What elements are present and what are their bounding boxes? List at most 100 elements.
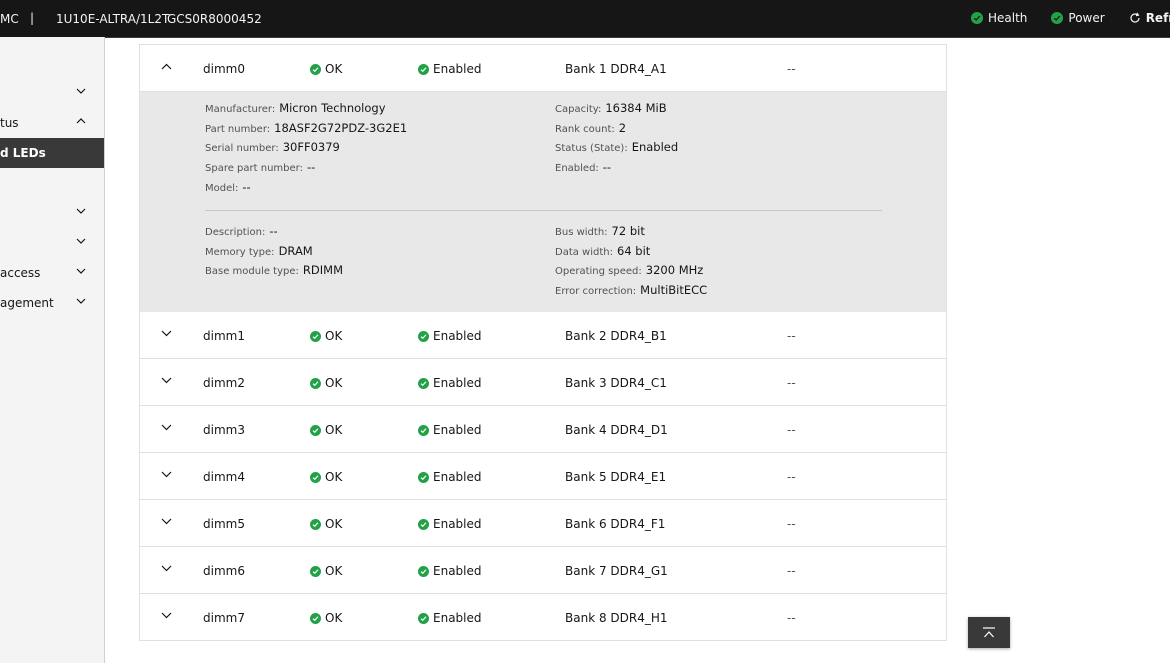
table-row-dimm4: dimm4 OK Enabled Bank 5 DDR4_E1 -- (139, 453, 947, 500)
health-label: Health (988, 11, 1028, 25)
check-circle-icon (310, 565, 321, 577)
location-text: Bank 4 DDR4_D1 (565, 423, 668, 437)
header-separator: | (30, 11, 35, 25)
refresh-label: Refresh (1145, 11, 1170, 25)
extra-text: -- (787, 470, 796, 484)
extra-text: -- (787, 611, 796, 625)
nav-item-label: tus (0, 116, 19, 130)
status-text: OK (325, 376, 343, 390)
check-circle-icon (310, 424, 321, 436)
detail-memory-type: Memory type: DRAM (205, 244, 313, 258)
detail-error-correction: Error correction: MultiBitECC (555, 283, 708, 297)
location-text: Bank 5 DDR4_E1 (565, 470, 667, 484)
detail-model: Model: -- (205, 180, 251, 194)
back-to-top-button[interactable] (968, 617, 1010, 648)
chevron-down-icon[interactable] (161, 377, 172, 384)
nav-item-leds-active[interactable]: d LEDs (0, 138, 104, 168)
chevron-down-icon (76, 268, 86, 274)
check-circle-icon (418, 518, 429, 530)
table-row-dimm7: dimm7 OK Enabled Bank 8 DDR4_H1 -- (139, 594, 947, 641)
dimm-name: dimm1 (203, 329, 245, 343)
check-circle-icon (310, 377, 321, 389)
status-text: OK (325, 611, 343, 625)
extra-text: -- (787, 62, 796, 76)
health-status: OK (310, 62, 342, 76)
status-text: OK (325, 62, 343, 76)
health-status: OK (310, 329, 342, 343)
chevron-down-icon[interactable] (161, 518, 172, 525)
location-text: Bank 3 DDR4_C1 (565, 376, 667, 390)
dimm-name: dimm6 (203, 564, 245, 578)
table-row-dimm1: dimm1 OK Enabled Bank 2 DDR4_B1 -- (139, 312, 947, 359)
refresh-icon (1130, 12, 1140, 23)
detail-base-module: Base module type: RDIMM (205, 263, 343, 277)
state-status: Enabled (418, 62, 482, 76)
side-navigation: tus d LEDs access agement (0, 37, 105, 663)
chevron-down-icon[interactable] (161, 471, 172, 478)
server-serial: GCS0R8000452 (167, 12, 262, 26)
nav-item-5[interactable] (0, 228, 104, 258)
detail-description: Description: -- (205, 224, 278, 238)
status-text: OK (325, 329, 343, 343)
check-circle-icon (310, 63, 321, 75)
check-circle-icon (418, 565, 429, 577)
status-text: OK (325, 564, 343, 578)
health-status: OK (310, 376, 342, 390)
chevron-down-icon[interactable] (161, 612, 172, 619)
chevron-down-icon (76, 238, 86, 244)
detail-spare-part: Spare part number: -- (205, 160, 316, 174)
detail-manufacturer: Manufacturer: Micron Technology (205, 101, 386, 115)
check-circle-icon (418, 63, 429, 75)
refresh-button[interactable]: Refresh (1129, 11, 1170, 25)
power-label: Power (1068, 11, 1105, 25)
health-status-button[interactable]: Health (971, 11, 1027, 25)
power-check-icon (1051, 12, 1064, 24)
nav-item-status[interactable]: tus (0, 108, 104, 138)
state-text: Enabled (433, 329, 482, 343)
chevron-down-icon[interactable] (161, 424, 172, 431)
dimm-name: dimm0 (203, 62, 245, 76)
arrow-up-to-top-icon (983, 626, 995, 637)
location-text: Bank 6 DDR4_F1 (565, 517, 666, 531)
extra-text: -- (787, 517, 796, 531)
check-circle-icon (418, 612, 429, 624)
power-status-button[interactable]: Power (1051, 11, 1105, 25)
location-text: Bank 1 DDR4_A1 (565, 62, 667, 76)
chevron-down-icon[interactable] (161, 565, 172, 572)
check-circle-icon (310, 471, 321, 483)
chevron-down-icon[interactable] (161, 330, 172, 337)
status-text: OK (325, 470, 343, 484)
dimm-table: dimm0 OK Enabled Bank 1 DDR4_A1 -- Manuf… (139, 44, 947, 641)
extra-text: -- (787, 329, 796, 343)
chevron-up-icon[interactable] (161, 63, 172, 70)
nav-item-management[interactable]: agement (0, 288, 104, 318)
state-status: Enabled (418, 376, 482, 390)
state-text: Enabled (433, 62, 482, 76)
table-row-dimm2: dimm2 OK Enabled Bank 3 DDR4_C1 -- (139, 359, 947, 406)
detail-capacity: Capacity: 16384 MiB (555, 101, 667, 115)
table-row-dimm6: dimm6 OK Enabled Bank 7 DDR4_G1 -- (139, 547, 947, 594)
nav-item-access[interactable]: access (0, 258, 104, 288)
health-status: OK (310, 470, 342, 484)
nav-item-label: d LEDs (0, 146, 46, 160)
detail-bus-width: Bus width: 72 bit (555, 224, 645, 238)
state-text: Enabled (433, 517, 482, 531)
chevron-down-icon (76, 298, 86, 304)
nav-item-label: agement (0, 296, 54, 310)
dimm-name: dimm2 (203, 376, 245, 390)
state-status: Enabled (418, 564, 482, 578)
detail-rank-count: Rank count: 2 (555, 121, 627, 135)
state-status: Enabled (418, 329, 482, 343)
detail-status-state: Status (State): Enabled (555, 140, 679, 154)
extra-text: -- (787, 423, 796, 437)
nav-item-1[interactable] (0, 78, 104, 108)
check-circle-icon (418, 330, 429, 342)
dimm-name: dimm5 (203, 517, 245, 531)
check-circle-icon (418, 424, 429, 436)
detail-operating-speed: Operating speed: 3200 MHz (555, 263, 704, 277)
chevron-down-icon (76, 88, 86, 94)
server-name: 1U10E-ALTRA/1L2T (56, 12, 170, 26)
health-check-icon (971, 12, 983, 24)
detail-serial-number: Serial number: 30FF0379 (205, 140, 340, 154)
nav-item-4[interactable] (0, 198, 104, 228)
